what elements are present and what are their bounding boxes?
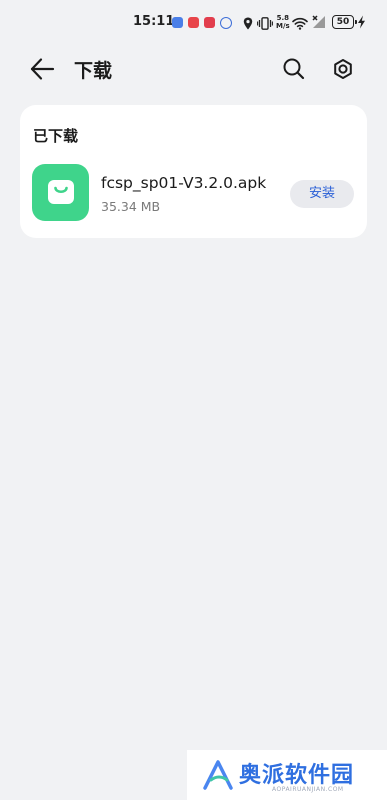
notification-app-icon xyxy=(172,17,183,28)
app-header: 下载 xyxy=(0,50,387,90)
status-bar: 15:11 5.8 M/s 50 xyxy=(0,10,387,34)
watermark-logo-icon xyxy=(203,760,233,790)
section-title: 已下载 xyxy=(33,127,79,145)
search-button[interactable] xyxy=(280,55,308,83)
apk-app-icon[interactable] xyxy=(32,164,89,221)
no-sim-signal-icon xyxy=(312,14,326,33)
battery-indicator: 50 xyxy=(332,15,357,29)
install-button[interactable]: 安装 xyxy=(290,180,354,208)
file-name[interactable]: fcsp_sp01-V3.2.0.apk xyxy=(101,174,266,192)
back-arrow-icon xyxy=(30,58,55,80)
status-time: 15:11 xyxy=(133,14,175,29)
vibrate-icon xyxy=(257,15,273,34)
charging-icon xyxy=(357,14,366,33)
shopping-bag-icon xyxy=(48,180,74,204)
notification-app-icon xyxy=(188,17,199,28)
network-speed-unit: M/s xyxy=(276,22,290,30)
notification-app-icon xyxy=(204,17,215,28)
gear-icon xyxy=(334,59,352,79)
network-speed-value: 5.8 xyxy=(276,14,290,22)
watermark: 奥派软件园 AOPAIRUANJIAN.COM xyxy=(187,750,387,800)
downloaded-section-card: 已下载 fcsp_sp01-V3.2.0.apk 35.34 MB 安装 xyxy=(20,105,367,238)
location-icon xyxy=(243,15,253,34)
settings-button[interactable] xyxy=(329,55,357,83)
network-speed: 5.8 M/s xyxy=(276,14,290,30)
file-size: 35.34 MB xyxy=(101,199,161,214)
notification-app-icon xyxy=(220,17,232,29)
watermark-subtext: AOPAIRUANJIAN.COM xyxy=(272,786,344,793)
page-title: 下载 xyxy=(74,60,113,82)
search-icon xyxy=(283,58,305,80)
back-button[interactable] xyxy=(28,56,58,82)
wifi-icon xyxy=(292,15,308,34)
watermark-text: 奥派软件园 xyxy=(239,763,355,788)
